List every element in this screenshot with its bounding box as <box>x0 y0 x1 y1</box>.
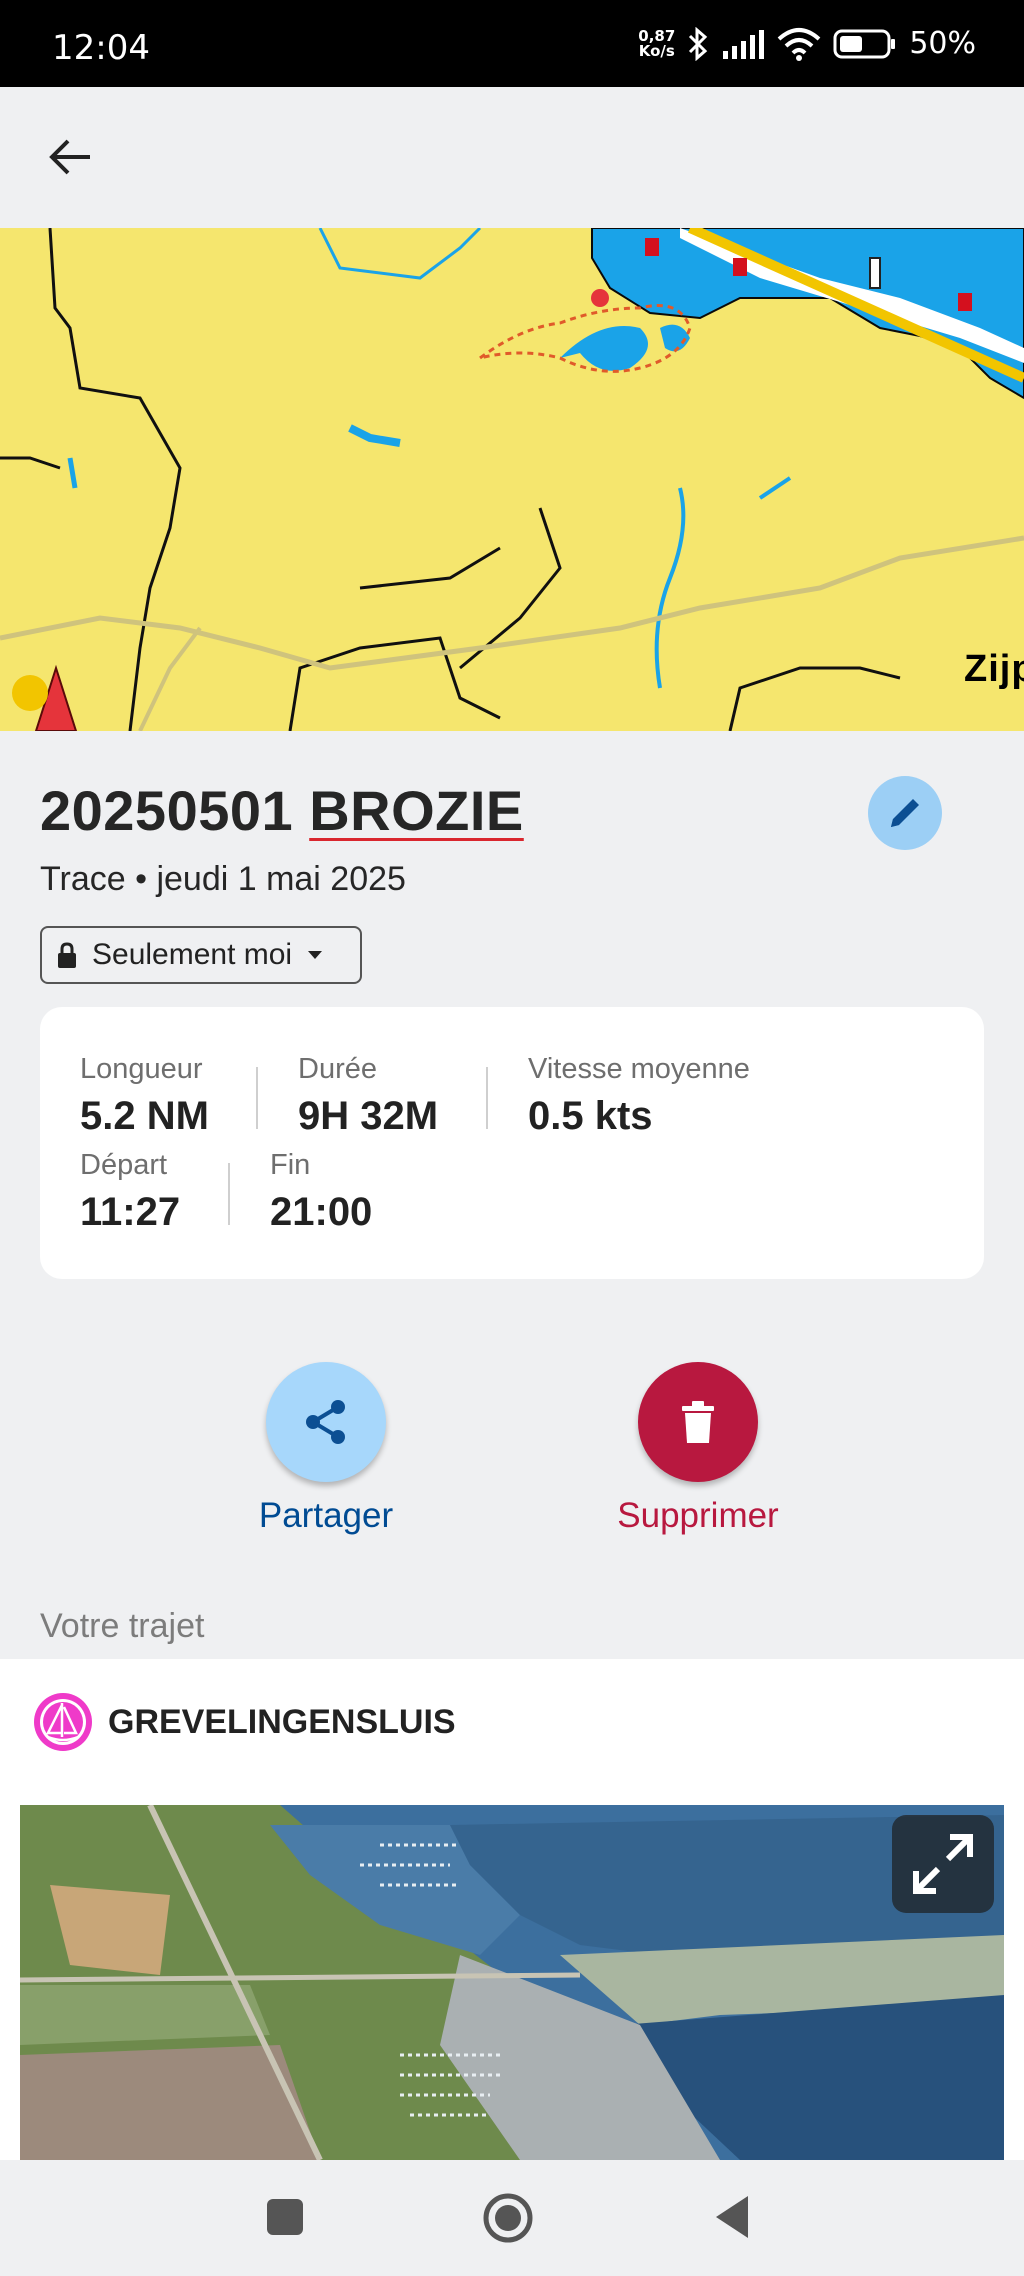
share-icon <box>306 1400 345 1444</box>
bluetooth-icon <box>689 26 708 61</box>
stats-card: Longueur 5.2 NM Durée 9H 32M Vitesse moy… <box>40 1007 984 1279</box>
lock-icon <box>58 942 76 968</box>
section-title: Votre trajet <box>40 1607 205 1645</box>
edit-button[interactable] <box>868 776 942 850</box>
status-icons: 0,87 Ko/s 50% <box>638 26 976 61</box>
map-place-label: Zijp <box>964 648 1024 690</box>
nav-back-icon[interactable] <box>712 2194 752 2240</box>
stat-length-value: 5.2 NM <box>80 1094 209 1138</box>
map-canvas <box>0 228 1024 731</box>
signal-icon <box>723 29 765 59</box>
wifi-icon <box>777 27 821 61</box>
stat-length-label: Longueur <box>80 1053 203 1085</box>
stat-end-value: 21:00 <box>270 1190 373 1234</box>
nav-square-icon[interactable] <box>266 2198 304 2236</box>
edit-pencil-icon <box>891 799 919 827</box>
delete-button[interactable]: Supprimer <box>598 1362 798 1536</box>
delete-label: Supprimer <box>617 1496 779 1535</box>
status-time: 12:04 <box>52 28 150 68</box>
stat-speed: Vitesse moyenne 0.5 kts <box>528 1053 750 1139</box>
route-card: GREVELINGENSLUIS <box>0 1659 1024 2160</box>
expand-button[interactable] <box>892 1815 994 1913</box>
dropdown-caret-icon <box>308 951 323 959</box>
stat-duration: Durée 9H 32M <box>298 1053 438 1139</box>
stat-duration-label: Durée <box>298 1053 377 1085</box>
share-label: Partager <box>258 1496 394 1535</box>
privacy-value: Seulement moi <box>92 938 293 971</box>
track-title-date: 20250501 <box>40 779 294 842</box>
track-title-name: BROZIE <box>309 779 524 842</box>
stat-length: Longueur 5.2 NM <box>80 1053 209 1139</box>
nav-home-icon[interactable] <box>482 2192 534 2244</box>
battery-percent: 50% <box>909 26 976 61</box>
stat-start-value: 11:27 <box>80 1190 181 1234</box>
back-button[interactable] <box>40 127 100 187</box>
divider <box>228 1163 230 1225</box>
network-speed-unit: Ko/s <box>638 41 675 60</box>
share-circle[interactable] <box>266 1362 386 1482</box>
poi-header[interactable]: GREVELINGENSLUIS <box>32 1691 456 1753</box>
track-subtitle: Trace • jeudi 1 mai 2025 <box>40 860 406 898</box>
divider <box>256 1067 258 1129</box>
status-bar: 12:04 0,87 Ko/s 50% <box>0 0 1024 87</box>
poi-photo[interactable] <box>20 1805 1004 2160</box>
delete-circle[interactable] <box>638 1362 758 1482</box>
back-arrow-icon <box>49 139 90 175</box>
stat-duration-value: 9H 32M <box>298 1094 439 1138</box>
battery-icon <box>833 29 896 58</box>
stat-speed-value: 0.5 kts <box>528 1094 653 1138</box>
track-map[interactable]: Zijp <box>0 228 1024 731</box>
system-nav-bar <box>0 2160 1024 2276</box>
marina-icon <box>34 1693 92 1751</box>
poi-name: GREVELINGENSLUIS <box>108 1702 456 1741</box>
track-title: 20250501 BROZIE <box>40 778 524 843</box>
stat-speed-label: Vitesse moyenne <box>528 1053 750 1085</box>
stat-start: Départ 11:27 <box>80 1149 180 1235</box>
divider <box>486 1067 488 1129</box>
share-button[interactable]: Partager <box>226 1362 426 1536</box>
stat-start-label: Départ <box>80 1149 168 1181</box>
stat-end-label: Fin <box>270 1149 311 1181</box>
aerial-photo <box>20 1805 1004 2160</box>
trash-icon <box>682 1401 714 1443</box>
privacy-select[interactable]: Seulement moi <box>40 926 362 984</box>
stat-end: Fin 21:00 <box>270 1149 372 1235</box>
app-bar <box>0 87 1024 228</box>
expand-icon <box>913 1834 973 1894</box>
network-speed: 0,87 Ko/s <box>638 28 675 60</box>
